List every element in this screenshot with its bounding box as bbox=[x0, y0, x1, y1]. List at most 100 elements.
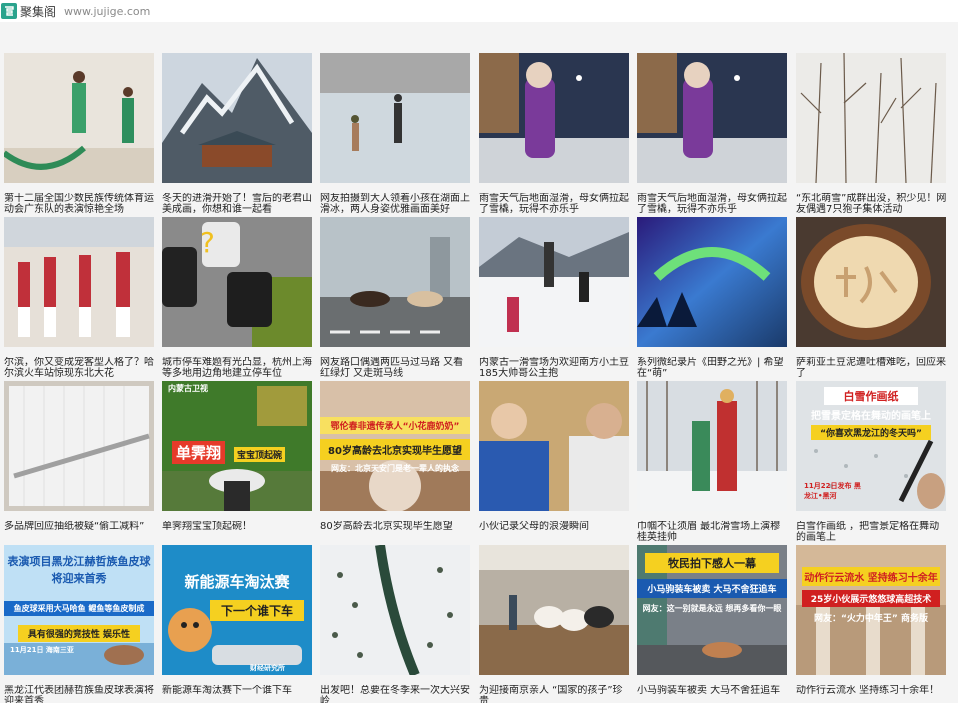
video-card[interactable]: 新能源车淘汰赛 下一个谁下车 财经研究所 新能源车淘汰赛下一个谁下车 bbox=[162, 545, 312, 703]
channel-label: 内蒙古卫视 bbox=[168, 384, 208, 393]
overlay-title: 表演项目黑龙江赫哲族鱼皮球 bbox=[7, 555, 151, 568]
video-card[interactable]: 动作行云流水 坚持练习十余年 25岁小伙展示悠悠球高超技术 网友：“火力中年王”… bbox=[796, 545, 946, 703]
video-card[interactable]: 表演项目黑龙江赫哲族鱼皮球 将迎来首秀 鱼皮球采用大马哈鱼 鲤鱼等鱼皮制成 具有… bbox=[4, 545, 154, 703]
video-thumbnail[interactable] bbox=[796, 53, 946, 183]
overlay-subtitle: 80岁高龄去北京实现毕生愿望 bbox=[320, 439, 470, 460]
overlay-title: 白雪作画纸 bbox=[824, 387, 918, 405]
video-thumbnail[interactable]: 动作行云流水 坚持练习十余年 25岁小伙展示悠悠球高超技术 网友：“火力中年王”… bbox=[796, 545, 946, 675]
top-bar: 聚集阁 www.jujige.com bbox=[0, 0, 958, 22]
video-card[interactable]: 雨雪天气后地面湿滑，母女俩拉起了雪橇，玩得不亦乐乎 bbox=[637, 53, 789, 215]
overlay-quote: “你喜欢黑龙江的冬天吗” bbox=[811, 425, 931, 440]
video-card[interactable]: 内蒙古卫视 单霁翔 宝宝顶起碗 单霁翔宝宝顶起碗！ bbox=[162, 381, 312, 541]
video-card[interactable]: 多品牌回应抽纸被疑“偷工减料” bbox=[4, 381, 154, 541]
video-card[interactable]: 第十二届全国少数民族传统体育运动会广东队的表演惊艳全场 bbox=[4, 53, 156, 215]
video-title[interactable]: 尔滨，你又变成宠客型人格了？哈尔滨火车站惊现东北大花 bbox=[4, 357, 156, 379]
overlay-title: 动作行云流水 坚持练习十余年 bbox=[802, 567, 940, 586]
video-thumbnail[interactable] bbox=[320, 545, 470, 675]
video-title[interactable]: 新能源车淘汰赛下一个谁下车 bbox=[162, 685, 314, 703]
video-title[interactable]: 萨莉亚土豆泥遭吐槽难吃，回应来了 bbox=[796, 357, 948, 379]
video-card[interactable]: 巾帼不让须眉 最北滑雪场上演穆桂英挂帅 bbox=[637, 381, 789, 543]
video-card[interactable]: 尔滨，你又变成宠客型人格了？哈尔滨火车站惊现东北大花 bbox=[4, 217, 156, 379]
video-thumbnail[interactable]: 内蒙古卫视 单霁翔 宝宝顶起碗 bbox=[162, 381, 312, 511]
video-title[interactable]: 单霁翔宝宝顶起碗！ bbox=[162, 521, 314, 543]
overlay-date: 11月21日 海南三亚 bbox=[10, 646, 74, 654]
video-card[interactable]: 雨雪天气后地面湿滑，母女俩拉起了雪橇，玩得不亦乐乎 bbox=[479, 53, 631, 215]
overlay-subtitle: 小马驹装车被卖 大马不舍狂追车 bbox=[637, 579, 787, 598]
video-card[interactable]: “东北萌雪”成群出没，积少见！网友偶遇7只狍子集体活动 bbox=[796, 53, 948, 215]
video-card[interactable]: 牧民拍下感人一幕 小马驹装车被卖 大马不舍狂追车 网友：这一别就是永远 想再多看… bbox=[637, 545, 787, 703]
video-card[interactable]: ? 城市停车难题有光凸显，杭州上海等多地用边角地建立停车位 bbox=[162, 217, 314, 379]
site-url[interactable]: www.jujige.com bbox=[64, 5, 150, 18]
video-title[interactable]: 网友路口偶遇两匹马过马路 又看红绿灯 又走斑马线 bbox=[320, 357, 472, 379]
overlay-info: 鱼皮球采用大马哈鱼 鲤鱼等鱼皮制成 bbox=[4, 601, 154, 616]
video-title[interactable]: 80岁高龄去北京实现毕生愿望 bbox=[320, 521, 472, 543]
video-title[interactable]: 雨雪天气后地面湿滑，母女俩拉起了雪橇，玩得不亦乐乎 bbox=[637, 193, 789, 215]
video-thumbnail[interactable]: ? bbox=[162, 217, 312, 347]
video-title[interactable]: 网友拍摄到大人领着小孩在湖面上滑冰，两人身姿优雅画面美好 bbox=[320, 193, 472, 215]
video-title[interactable]: 动作行云流水 坚持练习十余年！ bbox=[796, 685, 948, 703]
video-thumbnail[interactable] bbox=[4, 381, 154, 511]
video-card[interactable]: 鄂伦春非遗传承人“小花鹿奶奶” 80岁高龄去北京实现毕生愿望 网友：北京天安门是… bbox=[320, 381, 470, 541]
video-thumbnail[interactable] bbox=[479, 381, 629, 511]
svg-text:?: ? bbox=[200, 226, 215, 259]
video-title[interactable]: “东北萌雪”成群出没，积少见！网友偶遇7只狍子集体活动 bbox=[796, 193, 948, 215]
video-title[interactable]: 小马驹装车被卖 大马不舍狂追车 bbox=[637, 685, 789, 703]
site-logo-icon[interactable] bbox=[1, 3, 17, 19]
video-thumbnail[interactable] bbox=[479, 53, 629, 183]
overlay-subtitle: 宝宝顶起碗 bbox=[234, 447, 286, 462]
video-card[interactable]: 白雪作画纸 把雪景定格在舞动的画笔上 “你喜欢黑龙江的冬天吗” 11月22日发布… bbox=[796, 381, 948, 543]
video-thumbnail[interactable] bbox=[320, 53, 470, 183]
overlay-title: 鄂伦春非遗传承人“小花鹿奶奶” bbox=[320, 417, 470, 434]
video-title[interactable]: 为迎接南京亲人 “国家的孩子”珍贵 bbox=[479, 685, 631, 703]
video-card[interactable]: 小伙记录父母的浪漫瞬间 bbox=[479, 381, 629, 541]
video-thumbnail[interactable] bbox=[637, 381, 787, 511]
video-card[interactable]: 系列微纪录片《田野之光》| 希望在“萌” bbox=[637, 217, 789, 379]
video-title[interactable]: 第十二届全国少数民族传统体育运动会广东队的表演惊艳全场 bbox=[4, 193, 156, 215]
video-title[interactable]: 多品牌回应抽纸被疑“偷工减料” bbox=[4, 521, 156, 543]
video-title[interactable]: 雨雪天气后地面湿滑，母女俩拉起了雪橇，玩得不亦乐乎 bbox=[479, 193, 631, 215]
video-thumbnail[interactable] bbox=[4, 217, 154, 347]
overlay-comment: 网友：北京天安门是老一辈人的执念 bbox=[331, 464, 459, 473]
video-title[interactable]: 黑龙江代表团赫哲族鱼皮球表演将迎来首秀 bbox=[4, 685, 156, 703]
video-title[interactable]: 冬天的进滑开始了！雪后的老君山美成画，你想和谁一起看 bbox=[162, 193, 314, 215]
video-thumbnail[interactable] bbox=[637, 217, 787, 347]
overlay-subtitle: 下一个谁下车 bbox=[210, 600, 304, 621]
video-thumbnail[interactable]: 鄂伦春非遗传承人“小花鹿奶奶” 80岁高龄去北京实现毕生愿望 网友：北京天安门是… bbox=[320, 381, 470, 511]
video-thumbnail[interactable] bbox=[796, 217, 946, 347]
video-card[interactable]: 冬天的进滑开始了！雪后的老君山美成画，你想和谁一起看 bbox=[162, 53, 314, 215]
overlay-comment: 网友：“火力中年王” 商务版 bbox=[814, 614, 928, 624]
video-title[interactable]: 系列微纪录片《田野之光》| 希望在“萌” bbox=[637, 357, 789, 379]
video-thumbnail[interactable]: 白雪作画纸 把雪景定格在舞动的画笔上 “你喜欢黑龙江的冬天吗” 11月22日发布… bbox=[796, 381, 946, 511]
video-thumbnail[interactable] bbox=[320, 217, 470, 347]
video-title[interactable]: 内蒙古一滑雪场为欢迎南方小土豆 185大帅哥公主抱 bbox=[479, 357, 631, 379]
video-card[interactable]: 出发吧！总要在冬季来一次大兴安岭 bbox=[320, 545, 470, 703]
site-name[interactable]: 聚集阁 bbox=[20, 3, 56, 20]
video-card[interactable]: 为迎接南京亲人 “国家的孩子”珍贵 bbox=[479, 545, 629, 703]
overlay-title: 新能源车淘汰赛 bbox=[184, 573, 290, 591]
video-thumbnail[interactable] bbox=[479, 545, 629, 675]
video-card[interactable]: 网友路口偶遇两匹马过马路 又看红绿灯 又走斑马线 bbox=[320, 217, 472, 379]
video-title[interactable]: 白雪作画纸 ，把雪景定格在舞动的画笔上 bbox=[796, 521, 948, 543]
video-title[interactable]: 巾帼不让须眉 最北滑雪场上演穆桂英挂帅 bbox=[637, 521, 789, 543]
video-card[interactable]: 内蒙古一滑雪场为欢迎南方小土豆 185大帅哥公主抱 bbox=[479, 217, 631, 379]
overlay-title: 单霁翔 bbox=[172, 441, 226, 464]
video-thumbnail[interactable]: 新能源车淘汰赛 下一个谁下车 财经研究所 bbox=[162, 545, 312, 675]
video-card[interactable]: 网友拍摄到大人领着小孩在湖面上滑冰，两人身姿优雅画面美好 bbox=[320, 53, 472, 215]
video-title[interactable]: 小伙记录父母的浪漫瞬间 bbox=[479, 521, 631, 543]
overlay-title: 牧民拍下感人一幕 bbox=[645, 553, 779, 573]
video-title[interactable]: 出发吧！总要在冬季来一次大兴安岭 bbox=[320, 685, 472, 703]
video-thumbnail[interactable] bbox=[637, 53, 787, 183]
overlay-comment: 网友：这一别就是永远 想再多看你一眼 bbox=[642, 604, 782, 613]
channel-label: 财经研究所 bbox=[250, 664, 285, 672]
video-thumbnail[interactable]: 牧民拍下感人一幕 小马驹装车被卖 大马不舍狂追车 网友：这一别就是永远 想再多看… bbox=[637, 545, 787, 675]
overlay-subtitle: 将迎来首秀 bbox=[51, 572, 107, 585]
video-thumbnail[interactable]: 表演项目黑龙江赫哲族鱼皮球 将迎来首秀 鱼皮球采用大马哈鱼 鲤鱼等鱼皮制成 具有… bbox=[4, 545, 154, 675]
overlay-subtitle: 把雪景定格在舞动的画笔上 bbox=[811, 411, 931, 422]
overlay-subtitle: 25岁小伙展示悠悠球高超技术 bbox=[802, 590, 940, 607]
video-title[interactable]: 城市停车难题有光凸显，杭州上海等多地用边角地建立停车位 bbox=[162, 357, 314, 379]
video-card[interactable]: 萨莉亚土豆泥遭吐槽难吃，回应来了 bbox=[796, 217, 948, 379]
video-thumbnail[interactable] bbox=[479, 217, 629, 347]
video-thumbnail[interactable] bbox=[162, 53, 312, 183]
video-thumbnail[interactable] bbox=[4, 53, 154, 183]
overlay-tag: 具有很强的竞技性 娱乐性 bbox=[18, 625, 140, 642]
